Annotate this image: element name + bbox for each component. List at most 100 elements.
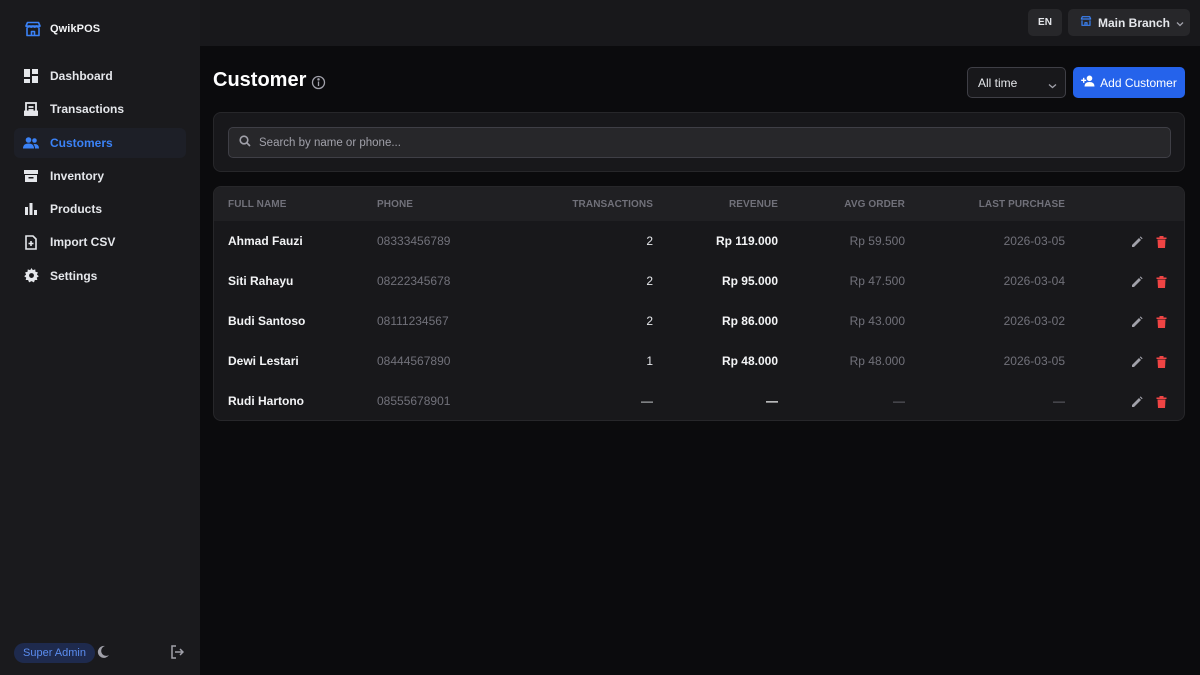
period-value: All time <box>978 75 1018 90</box>
sidebar-item-label: Products <box>50 202 103 217</box>
user-plus-icon <box>1081 75 1095 90</box>
sidebar-item-inventory[interactable]: Inventory <box>14 161 186 191</box>
chevron-down-icon <box>1176 16 1184 30</box>
sidebar-item-products[interactable]: Products <box>14 194 186 224</box>
add-customer-button[interactable]: Add Customer <box>1073 67 1185 98</box>
customer-last-purchase: 2026-03-04 <box>1003 274 1065 288</box>
info-icon[interactable] <box>311 75 326 90</box>
column-header-last-purchase[interactable]: LAST PURCHASE <box>979 199 1065 210</box>
customer-transactions: 2 <box>646 314 653 328</box>
customer-avg-order: Rp 59.500 <box>849 234 905 248</box>
sidebar-nav: Dashboard Transactions Customers Invento… <box>14 61 186 294</box>
trash-icon[interactable] <box>1156 355 1168 368</box>
customer-name: Dewi Lestari <box>228 354 299 368</box>
table-row[interactable]: Rudi Hartono 08555678901 — — — — <box>214 381 1184 420</box>
search-icon <box>239 134 251 152</box>
trash-icon[interactable] <box>1156 235 1168 248</box>
customer-last-purchase: 2026-03-05 <box>1003 234 1065 248</box>
table-row[interactable]: Ahmad Fauzi 08333456789 2 Rp 119.000 Rp … <box>214 221 1184 261</box>
edit-icon[interactable] <box>1131 235 1143 247</box>
sidebar-item-label: Dashboard <box>50 69 113 83</box>
customer-transactions: — <box>641 394 653 408</box>
customer-avg-order: — <box>893 394 905 408</box>
top-bar: EN Main Branch <box>200 0 1200 46</box>
sidebar-item-label: Transactions <box>50 102 125 117</box>
trash-icon[interactable] <box>1156 275 1168 288</box>
period-select[interactable]: All time <box>967 67 1066 98</box>
column-header-transactions[interactable]: TRANSACTIONS <box>572 199 653 210</box>
store-icon <box>24 20 42 38</box>
chevron-down-icon <box>1048 78 1057 92</box>
customer-last-purchase: 2026-03-05 <box>1003 354 1065 368</box>
column-header-full-name[interactable]: FULL NAME <box>228 199 287 210</box>
role-badge: Super Admin <box>14 643 95 663</box>
column-header-revenue[interactable]: REVENUE <box>729 199 778 210</box>
customer-name: Budi Santoso <box>228 314 306 328</box>
edit-icon[interactable] <box>1131 315 1143 327</box>
logout-icon[interactable] <box>170 645 186 661</box>
edit-icon[interactable] <box>1131 355 1143 367</box>
table-row[interactable]: Siti Rahayu 08222345678 2 Rp 95.000 Rp 4… <box>214 261 1184 301</box>
customer-table: FULL NAME PHONE TRANSACTIONS REVENUE AVG… <box>213 186 1185 421</box>
customer-transactions: 2 <box>646 234 653 248</box>
trash-icon[interactable] <box>1156 395 1168 408</box>
customer-transactions: 2 <box>646 274 653 288</box>
moon-icon[interactable] <box>96 645 112 661</box>
customer-revenue: Rp 119.000 <box>715 234 778 248</box>
store-icon <box>1080 15 1092 30</box>
receipt-icon <box>23 101 39 117</box>
sidebar-item-customers[interactable]: Customers <box>14 127 186 158</box>
search-input[interactable] <box>259 136 1139 149</box>
dashboard-icon <box>23 68 39 84</box>
search-box <box>228 127 1171 158</box>
users-icon <box>23 135 39 151</box>
customer-avg-order: Rp 47.500 <box>849 274 905 288</box>
customer-phone: 08222345678 <box>377 274 451 288</box>
column-header-phone[interactable]: PHONE <box>377 199 413 210</box>
customer-name: Ahmad Fauzi <box>228 234 303 248</box>
sidebar-item-settings[interactable]: Settings <box>14 261 186 291</box>
file-import-icon <box>23 234 39 250</box>
table-row[interactable]: Dewi Lestari 08444567890 1 Rp 48.000 Rp … <box>214 341 1184 381</box>
customer-name: Siti Rahayu <box>228 274 294 288</box>
column-header-avg-order[interactable]: AVG ORDER <box>844 199 905 210</box>
gear-icon <box>23 268 39 284</box>
customer-phone: 08111234567 <box>377 314 449 328</box>
bar-chart-icon <box>23 201 39 217</box>
trash-icon[interactable] <box>1156 315 1168 328</box>
customer-phone: 08333456789 <box>377 234 451 248</box>
search-card <box>213 112 1185 172</box>
add-customer-label: Add Customer <box>1100 75 1177 90</box>
archive-box-icon <box>23 168 39 184</box>
customer-revenue: — <box>766 394 778 408</box>
sidebar-item-import-csv[interactable]: Import CSV <box>14 227 186 257</box>
customer-revenue: Rp 48.000 <box>721 354 778 368</box>
branch-selector[interactable]: Main Branch <box>1068 9 1190 36</box>
customer-avg-order: Rp 43.000 <box>849 314 905 328</box>
sidebar-item-label: Import CSV <box>50 235 116 250</box>
page-title: Customer <box>213 69 307 91</box>
brand[interactable]: QwikPOS <box>24 19 100 39</box>
customer-phone: 08444567890 <box>377 354 451 368</box>
sidebar-item-dashboard[interactable]: Dashboard <box>14 61 186 91</box>
sidebar-item-label: Inventory <box>50 168 105 183</box>
sidebar: QwikPOS Dashboard Transactions Customers… <box>0 0 200 675</box>
branch-name: Main Branch <box>1098 15 1171 30</box>
sidebar-item-label: Customers <box>50 135 113 150</box>
customer-name: Rudi Hartono <box>228 394 304 408</box>
customer-phone: 08555678901 <box>377 394 451 408</box>
edit-icon[interactable] <box>1131 395 1143 407</box>
table-row[interactable]: Budi Santoso 08111234567 2 Rp 86.000 Rp … <box>214 301 1184 341</box>
customer-revenue: Rp 95.000 <box>721 274 778 288</box>
sidebar-footer: Super Admin <box>14 643 192 663</box>
table-header: FULL NAME PHONE TRANSACTIONS REVENUE AVG… <box>214 187 1184 221</box>
customer-avg-order: Rp 48.000 <box>849 354 905 368</box>
edit-icon[interactable] <box>1131 275 1143 287</box>
sidebar-item-transactions[interactable]: Transactions <box>14 94 186 124</box>
customer-revenue: Rp 86.000 <box>721 314 778 328</box>
customer-transactions: 1 <box>646 354 653 368</box>
customer-last-purchase: — <box>1053 394 1065 408</box>
app-name: QwikPOS <box>50 23 101 35</box>
language-button[interactable]: EN <box>1028 9 1062 36</box>
sidebar-item-label: Settings <box>50 268 98 283</box>
